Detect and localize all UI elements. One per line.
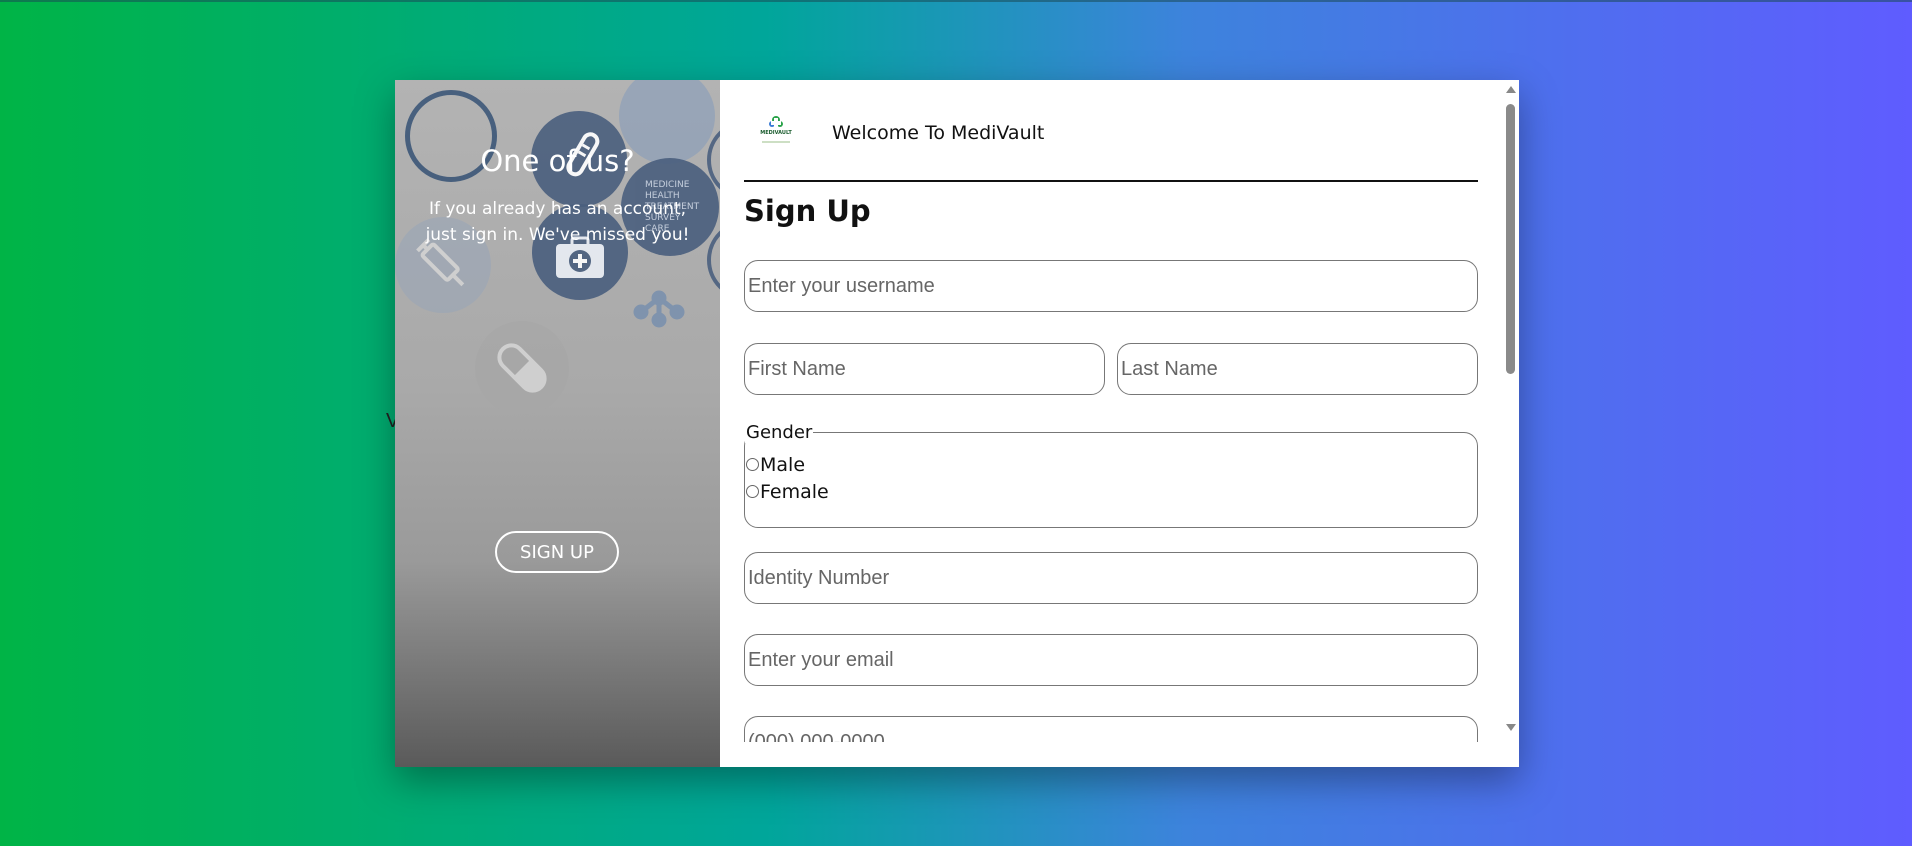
gender-legend: Gender <box>746 422 813 443</box>
female-label: Female <box>760 480 829 503</box>
pill-bubble-icon <box>475 321 569 415</box>
signup-card: MEDICINE HEALTH TREATMENT SURVEY CARE On… <box>395 80 1519 767</box>
scroll-clip <box>720 742 1502 767</box>
username-input[interactable] <box>744 260 1478 312</box>
sign-up-toggle-button[interactable]: SIGN UP <box>495 531 619 573</box>
top-edge-line <box>0 0 1912 2</box>
female-radio[interactable] <box>746 485 759 498</box>
form-scrollbar[interactable] <box>1502 80 1519 767</box>
scrollbar-thumb[interactable] <box>1506 104 1515 374</box>
gender-fieldset: Gender Male Female <box>744 422 1478 528</box>
identity-number-input[interactable] <box>744 552 1478 604</box>
male-label: Male <box>760 453 806 476</box>
left-panel-title: One of us? <box>480 144 635 178</box>
logo-text: MEDIVAULT <box>760 130 792 136</box>
male-radio[interactable] <box>746 458 759 471</box>
left-panel-text: If you already has an account, just sign… <box>425 199 690 245</box>
scroll-up-arrow-icon[interactable] <box>1506 86 1516 93</box>
scroll-down-arrow-icon[interactable] <box>1506 724 1516 731</box>
gender-option-female[interactable]: Female <box>745 478 1477 505</box>
first-name-input[interactable] <box>744 343 1105 395</box>
welcome-title: Welcome To MediVault <box>832 122 1045 144</box>
gender-option-male[interactable]: Male <box>745 451 1477 478</box>
form-header: MEDIVAULT Welcome To MediVault <box>744 110 1478 182</box>
molecule-icon <box>617 260 697 340</box>
left-overlay-panel: MEDICINE HEALTH TREATMENT SURVEY CARE On… <box>395 80 720 767</box>
form-title: Sign Up <box>744 194 871 228</box>
medivault-logo: MEDIVAULT <box>754 110 798 154</box>
signup-form-panel: MEDIVAULT Welcome To MediVault Sign Up G… <box>720 80 1519 767</box>
last-name-input[interactable] <box>1117 343 1478 395</box>
email-input[interactable] <box>744 634 1478 686</box>
